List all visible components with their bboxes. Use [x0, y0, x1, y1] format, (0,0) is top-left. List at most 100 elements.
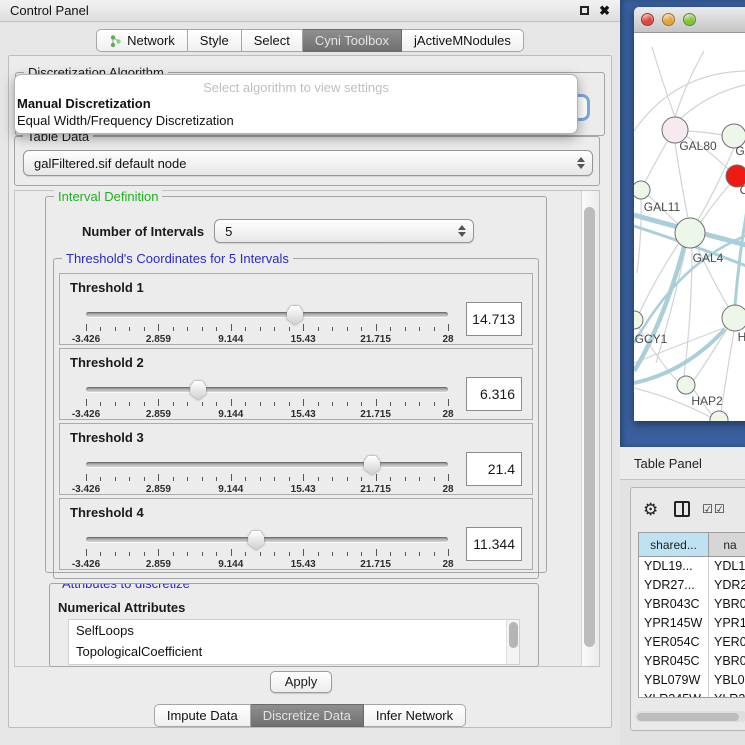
threshold-value[interactable]: 14.713 [466, 302, 522, 336]
table-horizontal-scrollbar[interactable] [635, 711, 745, 722]
threshold-slider[interactable]: -3.4262.8599.14415.4321.71528 [86, 531, 448, 569]
column-header-name[interactable]: na [709, 533, 745, 556]
threshold-value[interactable]: 11.344 [466, 527, 522, 561]
tick-mark [419, 327, 420, 331]
tab-cyni-toolbox[interactable]: Cyni Toolbox [303, 29, 402, 52]
zoom-traffic-light-icon[interactable] [683, 13, 696, 26]
checkboxes-icon[interactable]: ☑☑ [702, 502, 726, 516]
table-row[interactable]: YDR27...YDR2 [639, 576, 745, 595]
threshold-value[interactable]: 21.4 [466, 452, 522, 486]
tick-mark [289, 327, 290, 331]
cell-shared-name[interactable]: YBL079W [639, 671, 709, 690]
network-canvas[interactable]: GAL80GACGAL11GAL4GCY1HHAP2 [634, 33, 745, 421]
tab-jactivemnodules[interactable]: jActiveMNodules [402, 29, 524, 52]
tick-mark [158, 474, 159, 481]
threshold-slider[interactable]: -3.4262.8599.14415.4321.71528 [86, 381, 448, 419]
attribute-list-item[interactable]: BetweennessCentrality [69, 662, 519, 665]
tick-mark [260, 477, 261, 481]
table-row[interactable]: YBR045CYBR0 [639, 652, 745, 671]
scrollbar-thumb[interactable] [637, 713, 739, 721]
slider-thumb[interactable] [248, 531, 264, 550]
tick-mark [390, 477, 391, 481]
tab-network[interactable]: Network [96, 29, 188, 52]
cell-name[interactable]: YLR3 [709, 690, 745, 698]
table-row[interactable]: YBR043CYBR0 [639, 595, 745, 614]
scrollbar-thumb[interactable] [584, 207, 595, 647]
column-header-shared-name[interactable]: shared... [639, 533, 709, 556]
tick-mark [216, 477, 217, 481]
network-node-bottom-clipped[interactable] [710, 411, 728, 421]
slider-thumb[interactable] [364, 456, 380, 475]
tab-impute-data[interactable]: Impute Data [154, 704, 251, 727]
columns-icon[interactable] [674, 501, 690, 517]
cell-shared-name[interactable]: YBR045C [639, 652, 709, 671]
apply-button[interactable]: Apply [270, 671, 332, 693]
tab-discretize-data[interactable]: Discretize Data [251, 704, 364, 727]
attribute-list-item[interactable]: SelfLoops [69, 620, 519, 641]
network-node-HAP2[interactable] [677, 376, 695, 394]
float-window-icon[interactable] [580, 6, 589, 15]
threshold-slider[interactable]: -3.4262.8599.14415.4321.71528 [86, 306, 448, 344]
slider-track[interactable] [86, 537, 448, 542]
tab-style[interactable]: Style [188, 29, 242, 52]
cell-name[interactable]: YBR0 [709, 595, 745, 614]
cell-name[interactable]: YDR2 [709, 576, 745, 595]
threshold-slider[interactable]: -3.4262.8599.14415.4321.71528 [86, 456, 448, 494]
cell-shared-name[interactable]: YLR345W [639, 690, 709, 698]
slider-thumb[interactable] [287, 306, 303, 325]
cell-shared-name[interactable]: YBR043C [639, 595, 709, 614]
popup-option-equal-width-frequency[interactable]: Equal Width/Frequency Discretization [15, 112, 577, 129]
close-icon[interactable]: ✖ [599, 6, 610, 15]
table-row[interactable]: YBL079WYBL0 [639, 671, 745, 690]
cell-name[interactable]: YPR1 [709, 614, 745, 633]
tick-label: 28 [442, 484, 453, 495]
tick-mark [231, 324, 232, 331]
cell-shared-name[interactable]: YER054C [639, 633, 709, 652]
table-row[interactable]: YLR345WYLR3 [639, 690, 745, 698]
attribute-list-item[interactable]: TopologicalCoefficient [69, 641, 519, 662]
close-traffic-light-icon[interactable] [641, 13, 654, 26]
tick-mark [434, 402, 435, 406]
stepper-icon [458, 220, 468, 242]
threshold-value[interactable]: 6.316 [466, 377, 522, 411]
cell-name[interactable]: YBR0 [709, 652, 745, 671]
table-row[interactable]: YDL19...YDL1 [639, 557, 745, 576]
tab-label: Discretize Data [263, 708, 351, 723]
table-row[interactable]: YPR145WYPR1 [639, 614, 745, 633]
slider-track[interactable] [86, 387, 448, 392]
tick-mark [448, 399, 449, 406]
minimize-traffic-light-icon[interactable] [662, 13, 675, 26]
popup-option-manual-discretization[interactable]: Manual Discretization [15, 95, 577, 112]
table-data-select[interactable]: galFiltered.sif default node [23, 150, 593, 176]
list-scrollbar[interactable] [506, 620, 519, 664]
cell-shared-name[interactable]: YPR145W [639, 614, 709, 633]
network-graph[interactable]: GAL80GACGAL11GAL4GCY1HHAP2 [634, 33, 745, 421]
number-of-intervals-select[interactable]: 5 [214, 219, 474, 243]
cell-name[interactable]: YER0 [709, 633, 745, 652]
network-window-titlebar[interactable] [634, 7, 745, 33]
slider-tick-labels: -3.4262.8599.14415.4321.71528 [86, 559, 448, 570]
slider-thumb[interactable] [190, 381, 206, 400]
cell-shared-name[interactable]: YDR27... [639, 576, 709, 595]
gear-icon[interactable]: ⚙ [643, 501, 658, 518]
table-toolbar: ⚙ ☑☑ [631, 488, 745, 530]
tab-infer-network[interactable]: Infer Network [364, 704, 466, 727]
tab-select[interactable]: Select [242, 29, 303, 52]
table-row[interactable]: YER054CYER0 [639, 633, 745, 652]
cell-shared-name[interactable]: YDL19... [639, 557, 709, 576]
network-node-GAL4[interactable] [675, 218, 705, 248]
network-node-H-clipped[interactable] [722, 305, 745, 331]
tick-label: 2.859 [146, 484, 171, 495]
tick-mark [419, 477, 420, 481]
cell-name[interactable]: YDL1 [709, 557, 745, 576]
slider-track[interactable] [86, 462, 448, 467]
tick-mark [274, 477, 275, 481]
network-node-GAL11[interactable] [634, 181, 650, 199]
network-node-GCY1[interactable] [634, 311, 643, 329]
cell-name[interactable]: YBL0 [709, 671, 745, 690]
tick-mark [303, 549, 304, 556]
scrollbar-thumb[interactable] [509, 622, 518, 648]
tick-mark [303, 324, 304, 331]
slider-track[interactable] [86, 312, 448, 317]
settings-scrollbar[interactable] [581, 191, 597, 666]
